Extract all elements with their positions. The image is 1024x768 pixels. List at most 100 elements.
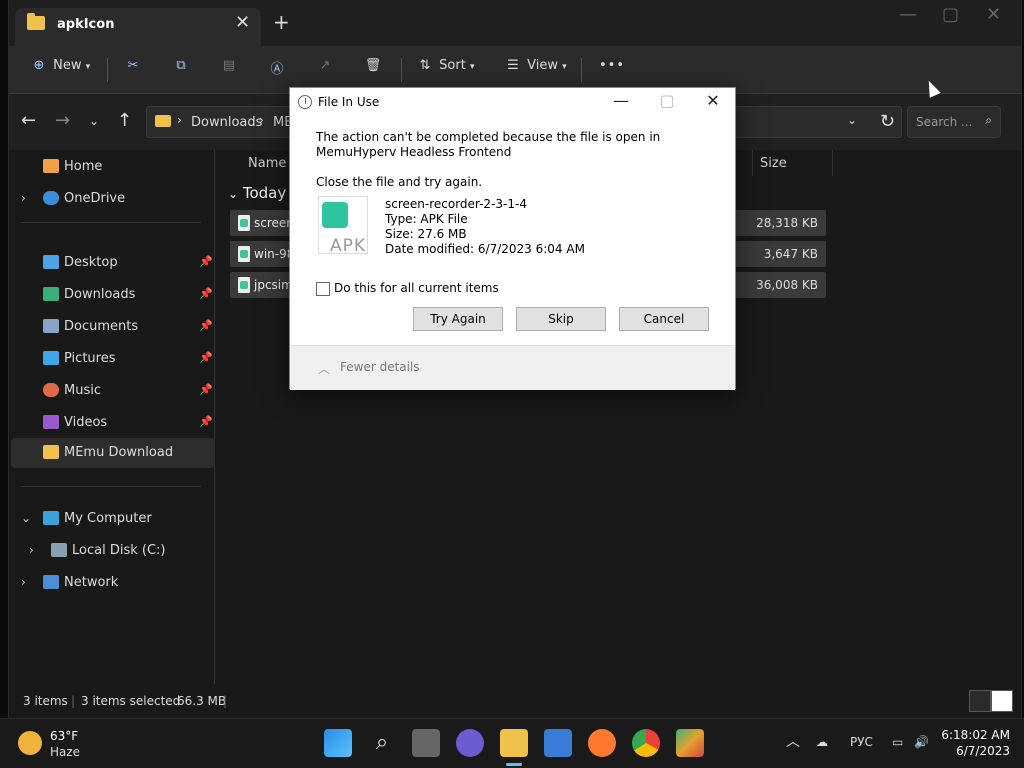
recent-locations-icon[interactable]: ⌄ (89, 114, 99, 128)
share-button[interactable]: ↗ (315, 58, 335, 82)
desktop: apkIcon ✕ + — ▢ ✕ ⊕ New ▾ ✂ ⧉ ▤ Ⓐ ↗ 🗑 ⇅ (0, 0, 1024, 768)
sidebar-item-onedrive[interactable]: › OneDrive (9, 184, 213, 214)
dialog-close-button[interactable]: ✕ (698, 91, 728, 113)
disk-icon (51, 543, 67, 557)
skip-button[interactable]: Skip (516, 307, 606, 331)
chevron-right-icon: › (259, 113, 264, 127)
minimize-button[interactable]: — (899, 4, 917, 25)
clock-time: 6:18:02 AM (941, 728, 1010, 742)
firefox-icon[interactable] (588, 729, 616, 757)
back-arrow-icon[interactable]: ← (21, 110, 36, 131)
delete-button[interactable]: 🗑 (363, 58, 383, 82)
cancel-button[interactable]: Cancel (619, 307, 709, 331)
up-arrow-icon[interactable]: ↑ (117, 110, 132, 131)
plus-icon: ⊕ (33, 58, 45, 73)
sidebar-item-music[interactable]: Music 📌 (9, 376, 213, 406)
new-tab-button[interactable]: + (273, 10, 290, 34)
view-button[interactable]: ☰ View ▾ (503, 58, 567, 82)
column-header-name[interactable]: Name (248, 156, 286, 171)
network-icon (43, 575, 59, 589)
new-label: New (53, 58, 82, 73)
apply-all-label[interactable]: Do this for all current items (334, 281, 499, 295)
sidebar-item-pictures[interactable]: Pictures 📌 (9, 344, 213, 374)
sort-icon: ⇅ (419, 58, 431, 73)
language-indicator[interactable]: РУС (850, 735, 873, 749)
dialog-minimize-button[interactable]: — (606, 91, 636, 113)
sidebar-item-label: Documents (64, 319, 139, 334)
sidebar-item-downloads[interactable]: Downloads 📌 (9, 280, 213, 310)
chevron-right-icon: › (29, 543, 34, 557)
try-again-button[interactable]: Try Again (413, 307, 503, 331)
new-button[interactable]: ⊕ New ▾ (29, 58, 91, 82)
trash-icon: 🗑 (364, 58, 382, 73)
file-explorer-icon[interactable] (500, 729, 528, 757)
sort-button[interactable]: ⇅ Sort ▾ (415, 58, 475, 82)
file-in-use-dialog: File In Use — ▢ ✕ The action can't be co… (289, 87, 736, 390)
paste-button[interactable]: ▤ (219, 58, 239, 82)
memu-icon[interactable] (676, 729, 704, 757)
close-window-button[interactable]: ✕ (986, 4, 1001, 25)
apk-file-icon (238, 246, 250, 262)
copy-button[interactable]: ⧉ (171, 58, 191, 82)
chrome-icon[interactable] (632, 729, 660, 757)
sidebar-item-home[interactable]: Home (9, 152, 213, 182)
volume-icon[interactable]: 🔊 (914, 735, 929, 749)
chevron-up-icon[interactable]: ︿ (318, 360, 330, 377)
sidebar-item-my-computer[interactable]: ⌄ My Computer (9, 504, 213, 534)
title-bar: apkIcon ✕ + — ▢ ✕ (9, 0, 1021, 46)
display-icon[interactable]: ▭ (892, 735, 903, 749)
search-icon[interactable]: ⌕ (368, 729, 396, 757)
active-app-indicator (506, 763, 522, 766)
fewer-details-link[interactable]: Fewer details (340, 360, 420, 374)
refresh-icon[interactable]: ↻ (880, 111, 895, 132)
pin-icon[interactable]: 📌 (199, 415, 213, 428)
task-view-icon[interactable] (412, 729, 440, 757)
network-offline-icon[interactable]: ☁ (816, 735, 828, 749)
pin-icon[interactable]: 📌 (199, 319, 213, 332)
tab-apkicon[interactable]: apkIcon ✕ (15, 8, 261, 46)
chat-icon[interactable] (456, 729, 484, 757)
sidebar-item-label: Music (64, 383, 101, 398)
cut-button[interactable]: ✂ (123, 58, 143, 82)
share-icon: ↗ (319, 58, 331, 73)
tiles-view-button[interactable] (991, 690, 1013, 712)
pin-icon[interactable]: 📌 (199, 287, 213, 300)
start-icon[interactable] (324, 729, 352, 757)
chevron-down-icon: ⌄ (228, 187, 239, 201)
sidebar-item-documents[interactable]: Documents 📌 (9, 312, 213, 342)
chevron-down-icon[interactable]: ⌄ (847, 113, 857, 127)
tab-close-icon[interactable]: ✕ (235, 12, 250, 33)
chevron-up-icon[interactable]: ︿ (786, 731, 800, 751)
chevron-down-icon: ⌄ (21, 511, 32, 525)
file-type: Type: APK File (385, 212, 468, 226)
pin-icon[interactable]: 📌 (199, 383, 213, 396)
chevron-right-icon: › (21, 575, 26, 589)
apk-file-icon: APK (316, 196, 374, 256)
group-header-today[interactable]: ⌄ Today (228, 184, 286, 202)
app-logo-icon (322, 202, 348, 228)
sidebar-item-network[interactable]: › Network (9, 568, 213, 598)
sidebar-item-videos[interactable]: Videos 📌 (9, 408, 213, 438)
file-size: 28,318 KB (756, 216, 818, 230)
weather-description: Haze (50, 745, 81, 759)
more-options-button[interactable]: ••• (599, 58, 625, 82)
breadcrumb-downloads[interactable]: Downloads (191, 115, 262, 130)
pin-icon[interactable]: 📌 (199, 255, 213, 268)
sidebar-item-local-disk[interactable]: › Local Disk (C:) (17, 536, 221, 566)
paste-icon: ▤ (222, 58, 236, 73)
sidebar-item-memu-download[interactable]: MEmu Download (11, 438, 215, 468)
forward-arrow-icon[interactable]: → (55, 110, 70, 131)
rename-button[interactable]: Ⓐ (267, 58, 287, 82)
search-box[interactable]: Search ... ⌕ (907, 106, 1001, 138)
column-header-size[interactable]: Size (760, 156, 787, 171)
chevron-down-icon: ▾ (562, 62, 567, 72)
sidebar-item-desktop[interactable]: Desktop 📌 (9, 248, 213, 278)
pin-icon[interactable]: 📌 (199, 351, 213, 364)
clock[interactable]: 6:18:02 AM 6/7/2023 (930, 727, 1010, 759)
maximize-button[interactable]: ▢ (942, 4, 959, 25)
pictures-icon (43, 351, 59, 365)
apply-all-checkbox[interactable] (316, 282, 330, 296)
store-icon[interactable] (544, 729, 572, 757)
details-view-button[interactable] (969, 690, 991, 712)
sidebar-item-label: My Computer (64, 511, 152, 526)
